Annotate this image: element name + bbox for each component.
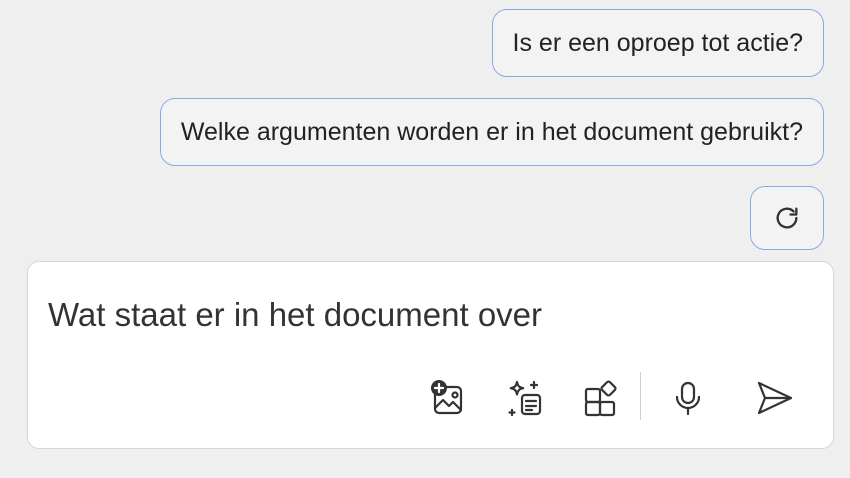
add-image-button[interactable]	[424, 374, 472, 422]
apps-button[interactable]	[578, 374, 626, 422]
voice-input-button[interactable]	[664, 374, 712, 422]
add-image-icon	[428, 378, 468, 418]
send-button[interactable]	[750, 374, 798, 422]
suggestion-chip-call-to-action[interactable]: Is er een oproep tot actie?	[491, 9, 824, 77]
apps-icon	[581, 377, 623, 419]
message-composer: Wat staat er in het document over	[27, 261, 834, 449]
toolbar-divider	[640, 372, 641, 420]
composer-toolbar	[28, 370, 833, 426]
ai-notes-icon	[504, 377, 546, 419]
suggestion-chip-arguments[interactable]: Welke argumenten worden er in het docume…	[159, 98, 824, 166]
message-input[interactable]: Wat staat er in het document over	[48, 296, 542, 334]
ai-notes-button[interactable]	[501, 374, 549, 422]
send-icon	[752, 376, 796, 420]
refresh-icon	[773, 204, 801, 232]
refresh-suggestions-button[interactable]	[750, 186, 824, 250]
chat-panel: Is er een oproep tot actie? Welke argume…	[0, 0, 850, 478]
microphone-icon	[668, 378, 708, 418]
